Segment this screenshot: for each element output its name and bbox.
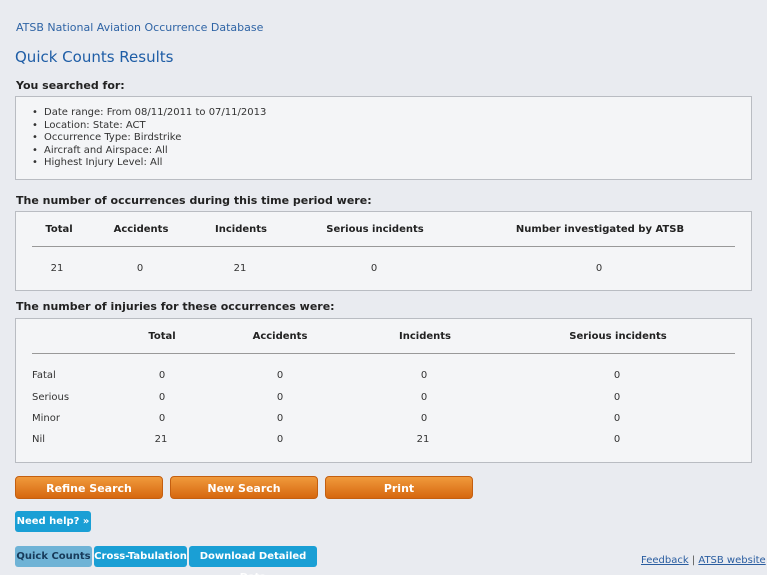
row-label-serious: Serious — [32, 392, 70, 403]
table-cell: 0 — [276, 413, 284, 424]
table-cell: 0 — [276, 434, 284, 445]
column-header-accidents: Accidents — [113, 224, 169, 235]
row-label-minor: Minor — [32, 413, 60, 424]
occurrences-heading: The number of occurrences during this ti… — [16, 194, 372, 207]
occurrences-table: Total Accidents Incidents Serious incide… — [15, 211, 752, 291]
column-header-total: Total — [148, 331, 176, 342]
occurrence-count-serious: 0 — [370, 263, 378, 274]
column-header-incidents: Incidents — [399, 331, 451, 342]
table-cell: 21 — [416, 434, 430, 445]
table-cell: 0 — [420, 392, 428, 403]
atsb-website-link[interactable]: ATSB website — [698, 555, 765, 566]
refine-search-button[interactable]: Refine Search — [15, 476, 163, 499]
table-cell: 0 — [420, 370, 428, 381]
row-label-nil: Nil — [32, 434, 46, 445]
table-cell: 0 — [613, 392, 621, 403]
injuries-table: Total Accidents Incidents Serious incide… — [15, 318, 752, 463]
search-criteria-panel: Date range: From 08/11/2011 to 07/11/201… — [15, 96, 752, 180]
print-button[interactable]: Print — [325, 476, 473, 499]
column-header-incidents: Incidents — [215, 224, 267, 235]
table-cell: 0 — [420, 413, 428, 424]
criteria-item: Location: State: ACT — [32, 120, 751, 133]
column-header-total: Total — [45, 224, 73, 235]
table-cell: 0 — [158, 370, 166, 381]
tab-quick-counts[interactable]: Quick Counts — [15, 546, 92, 567]
criteria-item: Occurrence Type: Birdstrike — [32, 132, 751, 145]
header-divider — [32, 246, 735, 247]
injuries-heading: The number of injuries for these occurre… — [16, 300, 335, 313]
occurrence-count-total: 21 — [50, 263, 64, 274]
table-cell: 0 — [613, 370, 621, 381]
table-cell: 0 — [276, 370, 284, 381]
table-cell: 0 — [613, 434, 621, 445]
column-header-accidents: Accidents — [252, 331, 308, 342]
criteria-item: Aircraft and Airspace: All — [32, 145, 751, 158]
table-cell: 21 — [154, 434, 168, 445]
row-label-fatal: Fatal — [32, 370, 56, 381]
footer-separator: | — [691, 555, 696, 566]
need-help-button[interactable]: Need help? » — [15, 511, 91, 532]
new-search-button[interactable]: New Search — [170, 476, 318, 499]
tab-cross-tabulation[interactable]: Cross-Tabulation — [94, 546, 187, 567]
app-title[interactable]: ATSB National Aviation Occurrence Databa… — [16, 21, 263, 34]
tab-download-detailed-data[interactable]: Download Detailed Data — [189, 546, 317, 575]
footer-links: Feedback | ATSB website — [641, 555, 766, 566]
column-header-serious-incidents: Serious incidents — [569, 331, 667, 342]
table-cell: 0 — [158, 392, 166, 403]
feedback-link[interactable]: Feedback — [641, 555, 689, 566]
table-cell: 0 — [158, 413, 166, 424]
column-header-investigated: Number investigated by ATSB — [515, 224, 685, 235]
occurrence-count-accidents: 0 — [136, 263, 144, 274]
occurrence-count-investigated: 0 — [595, 263, 603, 274]
page-title: Quick Counts Results — [15, 48, 174, 66]
criteria-item: Date range: From 08/11/2011 to 07/11/201… — [32, 107, 751, 120]
search-criteria-heading: You searched for: — [16, 79, 125, 92]
table-cell: 0 — [276, 392, 284, 403]
header-divider — [32, 353, 735, 354]
column-header-serious-incidents: Serious incidents — [326, 224, 424, 235]
criteria-item: Highest Injury Level: All — [32, 157, 751, 170]
occurrence-count-incidents: 21 — [233, 263, 247, 274]
table-cell: 0 — [613, 413, 621, 424]
